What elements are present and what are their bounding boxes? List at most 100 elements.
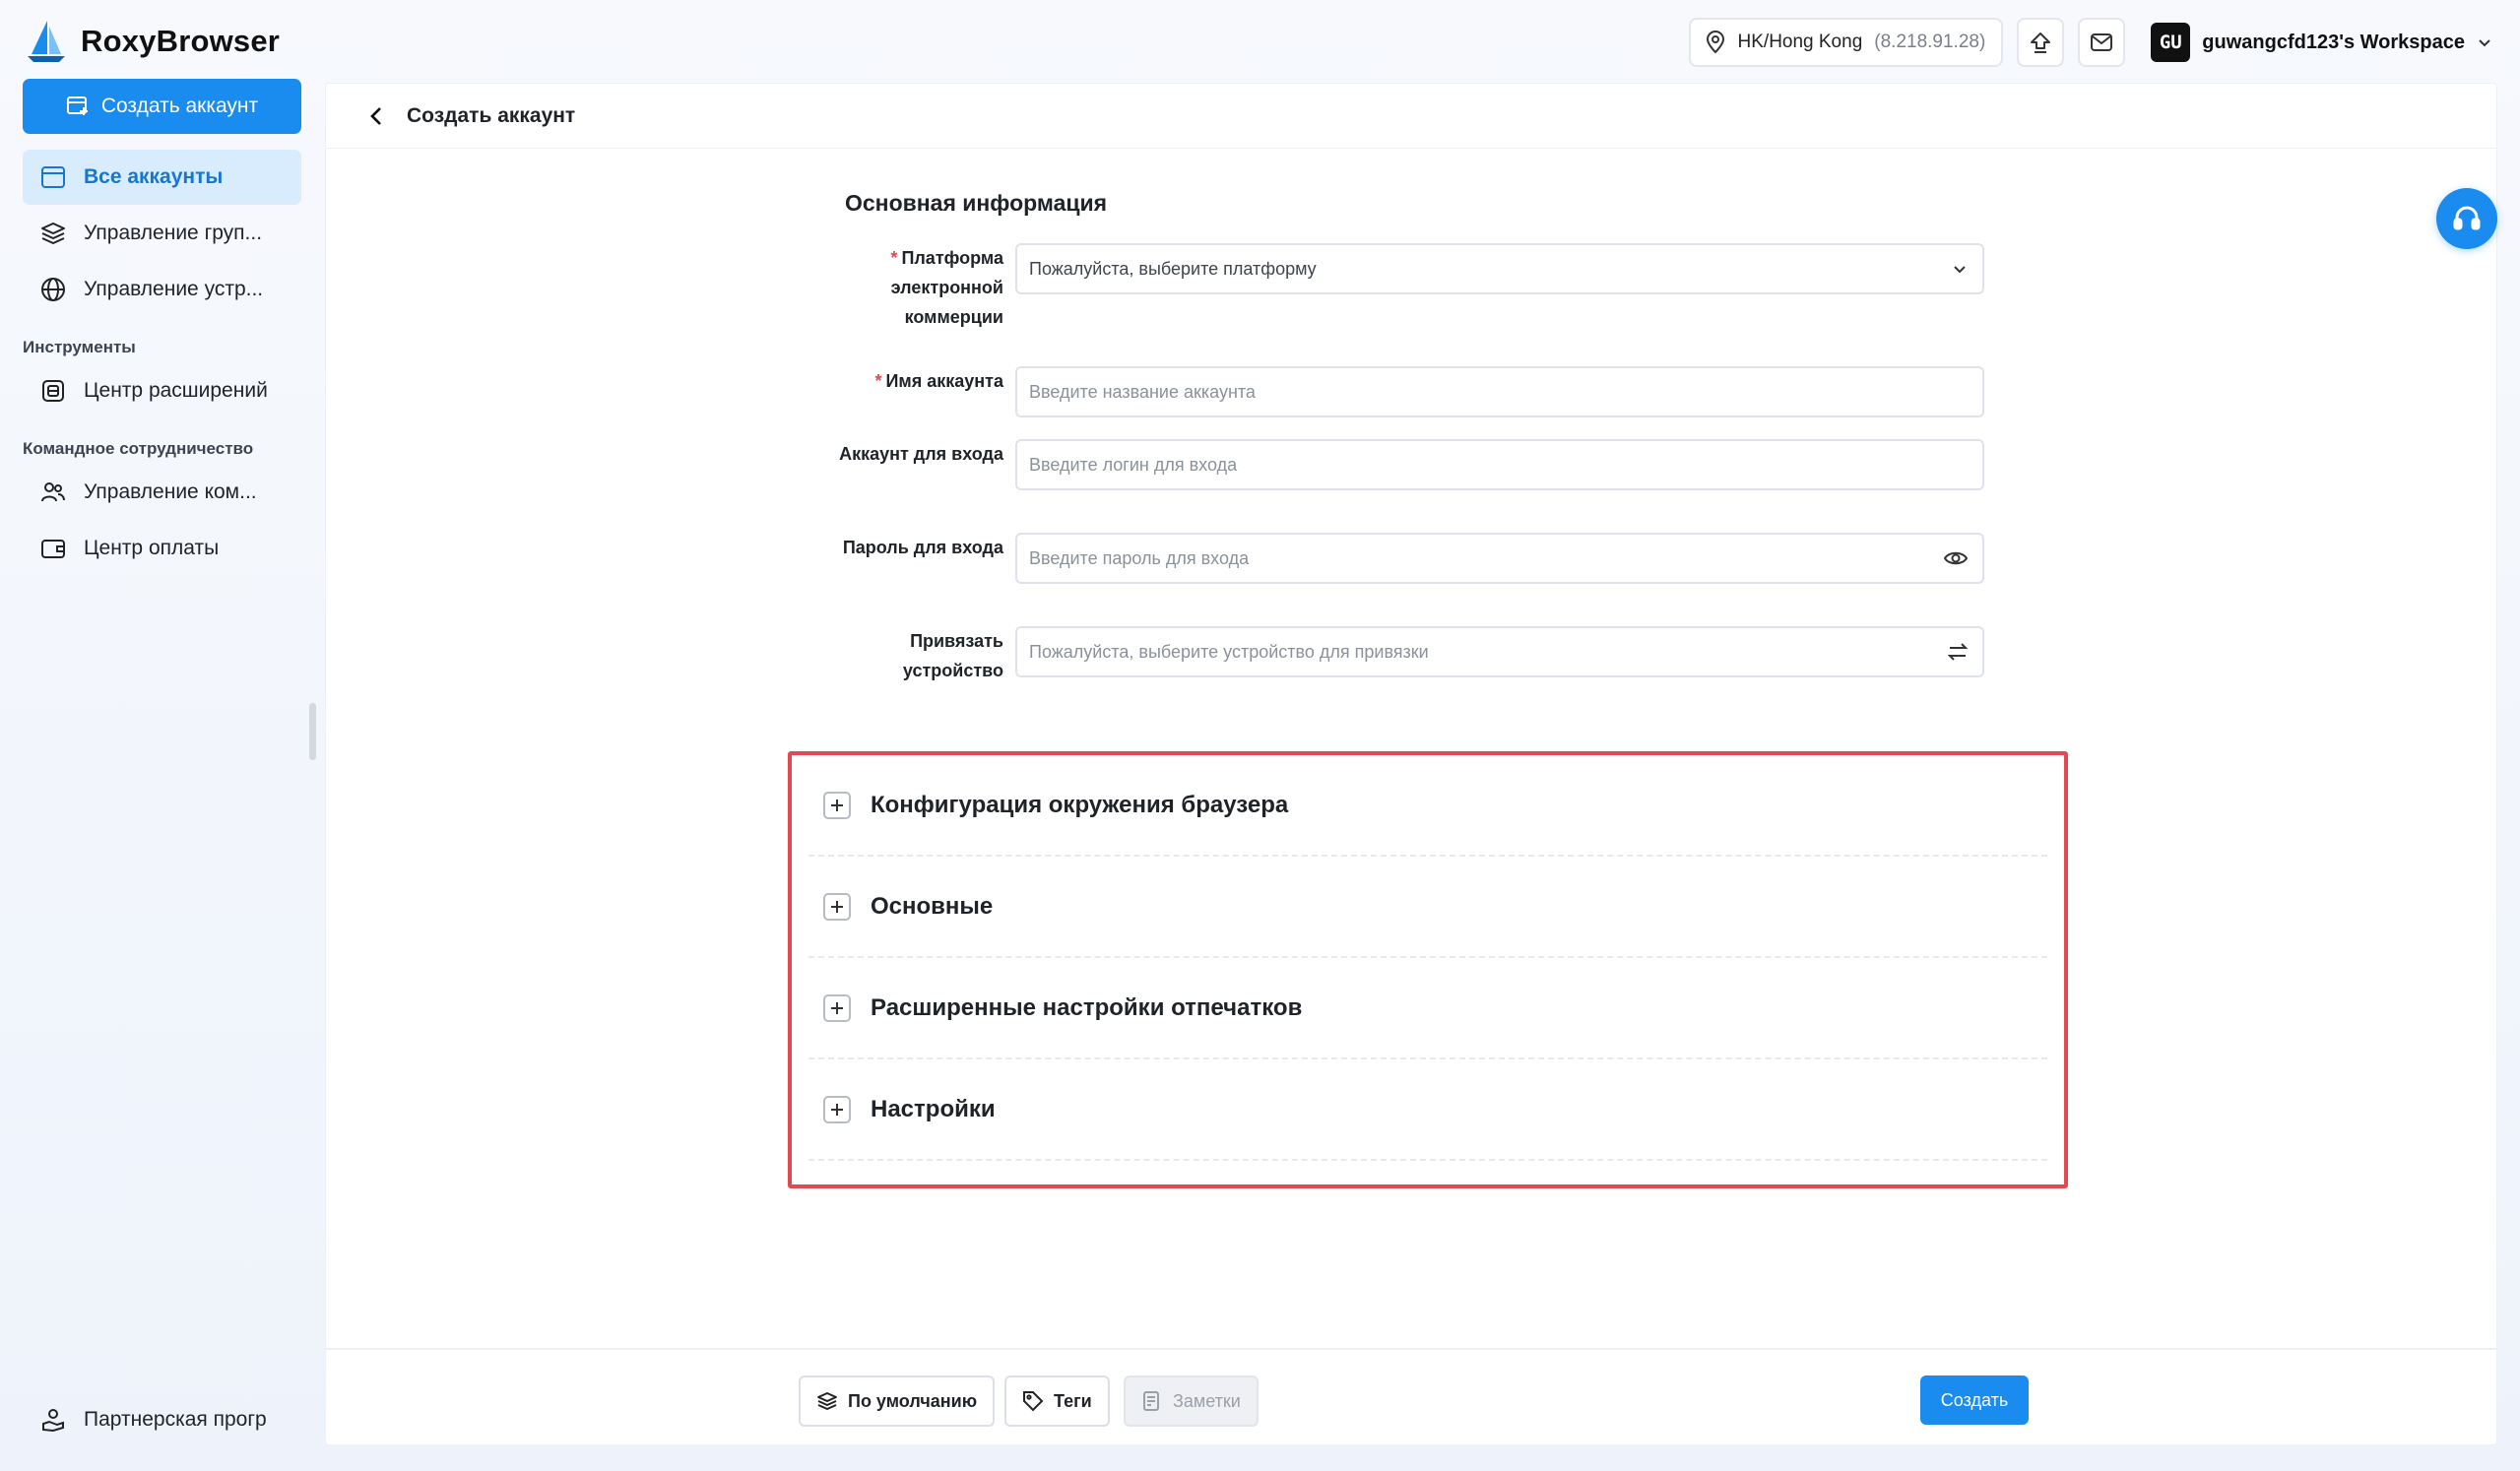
sidebar-item-label: Партнерская прогр xyxy=(84,1408,267,1431)
tags-button[interactable]: Теги xyxy=(1004,1375,1110,1427)
collapse-title: Настройки xyxy=(871,1095,996,1122)
section-tools: Инструменты xyxy=(23,338,136,356)
plus-icon xyxy=(823,892,851,921)
device-placeholder: Пожалуйста, выберите устройство для прив… xyxy=(1029,641,1429,662)
workspace-name: guwangcfd123's Workspace xyxy=(2202,31,2465,53)
mail-icon xyxy=(2090,32,2113,53)
plus-icon xyxy=(823,993,851,1022)
globe-icon xyxy=(40,277,66,302)
sidebar-item-all-accounts[interactable]: Все аккаунты xyxy=(23,150,301,205)
collapse-fingerprint[interactable]: Расширенные настройки отпечатков xyxy=(808,958,2047,1059)
account-name-label: * Имя аккаунта xyxy=(874,371,1003,391)
required-mark: * xyxy=(890,248,898,268)
plus-icon xyxy=(823,791,851,819)
sidebar-item-payments[interactable]: Центр оплаты xyxy=(23,521,301,576)
users-icon xyxy=(40,480,66,504)
tags-label: Теги xyxy=(1054,1390,1092,1411)
account-name-placeholder: Введите название аккаунта xyxy=(1029,381,1256,402)
browser-window-icon xyxy=(40,165,66,189)
sidebar-item-extensions[interactable]: Центр расширений xyxy=(23,363,301,418)
form-footer: По умолчанию Теги Заметки Создать xyxy=(326,1348,2498,1446)
upload-button[interactable] xyxy=(2017,18,2065,67)
layers-icon xyxy=(816,1391,838,1411)
sidebar-nav: Все аккаунты Управление груп... Управлен… xyxy=(23,150,301,577)
notes-label: Заметки xyxy=(1173,1390,1241,1411)
account-name-row: * Имя аккаунта Введите название аккаунта xyxy=(838,366,1984,417)
eye-icon[interactable] xyxy=(1943,549,1969,567)
platform-placeholder: Пожалуйста, выберите платформу xyxy=(1029,258,1317,279)
collapse-title: Основные xyxy=(871,892,994,920)
tag-icon xyxy=(1022,1390,1044,1412)
sidebar-item-label: Центр оплаты xyxy=(84,537,220,559)
password-input[interactable]: Введите пароль для входа xyxy=(1015,533,1984,584)
sidebar-item-label: Управление груп... xyxy=(84,222,263,244)
plus-icon xyxy=(823,1095,851,1123)
device-row: Привязать устройство Пожалуйста, выберит… xyxy=(838,626,1984,685)
login-row: Аккаунт для входа Введите логин для вход… xyxy=(838,439,1984,490)
sidebar-item-label: Центр расширений xyxy=(84,379,268,402)
notes-icon xyxy=(1141,1390,1163,1412)
support-button[interactable] xyxy=(2436,188,2497,249)
location-pin-icon xyxy=(1705,31,1726,54)
workspace-avatar: GU xyxy=(2151,23,2191,62)
workspace-switcher[interactable]: GU guwangcfd123's Workspace xyxy=(2151,23,2492,62)
partner-icon xyxy=(40,1407,66,1433)
sidebar-item-partner[interactable]: Партнерская прогр xyxy=(23,1392,301,1447)
brand: RoxyBrowser xyxy=(26,14,280,69)
wallet-icon xyxy=(40,537,66,560)
password-row: Пароль для входа Введите пароль для вход… xyxy=(838,533,1984,584)
create-account-button[interactable]: Создать аккаунт xyxy=(23,79,301,134)
create-submit-button[interactable]: Создать xyxy=(1920,1375,2029,1425)
password-label: Пароль для входа xyxy=(842,538,1003,557)
sidebar-item-groups[interactable]: Управление груп... xyxy=(23,206,301,261)
notes-button[interactable]: Заметки xyxy=(1124,1375,1259,1427)
sidebar-bottom: Партнерская прогр xyxy=(23,1392,301,1448)
create-account-label: Создать аккаунт xyxy=(100,95,259,117)
device-select[interactable]: Пожалуйста, выберите устройство для прив… xyxy=(1015,626,1984,677)
page-title: Создать аккаунт xyxy=(407,103,576,127)
sidebar-item-label: Управление ком... xyxy=(84,480,257,503)
platform-row: * Платформа электронной коммерции Пожалуй… xyxy=(838,243,1984,332)
section-team: Командное сотрудничество xyxy=(23,439,254,458)
messages-button[interactable] xyxy=(2078,18,2126,67)
extension-icon xyxy=(40,378,66,404)
layers-icon xyxy=(40,222,66,245)
collapse-title: Расширенные настройки отпечатков xyxy=(871,993,1303,1021)
ip-address: (8.218.91.28) xyxy=(1874,32,1986,52)
back-arrow-icon[interactable] xyxy=(367,105,385,127)
collapse-settings[interactable]: Настройки xyxy=(808,1059,2047,1161)
login-label: Аккаунт для входа xyxy=(839,444,1003,464)
sidebar-item-label: Управление устр... xyxy=(84,278,264,300)
device-label: Привязать устройство xyxy=(902,631,1003,680)
login-input[interactable]: Введите логин для входа xyxy=(1015,439,1984,490)
collapse-browser-env[interactable]: Конфигурация окружения браузера xyxy=(808,755,2047,857)
collapse-title: Конфигурация окружения браузера xyxy=(871,791,1289,818)
section-title: Основная информация xyxy=(845,190,1108,216)
add-window-icon xyxy=(66,96,90,117)
chevron-down-icon xyxy=(1951,260,1969,278)
page-header: Создать аккаунт xyxy=(326,84,2496,149)
main-panel: Создать аккаунт Основная информация * Пла… xyxy=(325,83,2498,1446)
default-label: По умолчанию xyxy=(848,1390,978,1411)
sidebar-item-team[interactable]: Управление ком... xyxy=(23,465,301,520)
swap-icon xyxy=(1947,642,1969,662)
sidebar-item-label: Все аккаунты xyxy=(84,165,224,188)
password-placeholder: Введите пароль для входа xyxy=(1029,547,1250,568)
platform-select[interactable]: Пожалуйста, выберите платформу xyxy=(1015,243,1984,294)
sidebar-item-devices[interactable]: Управление устр... xyxy=(23,262,301,317)
highlight-annotation: Конфигурация окружения браузера Основные… xyxy=(788,751,2068,1188)
default-button[interactable]: По умолчанию xyxy=(799,1375,996,1427)
platform-label: * Платформа электронной коммерции xyxy=(890,248,1003,327)
required-mark: * xyxy=(874,371,882,391)
roxybrowser-logo-icon xyxy=(26,19,67,64)
sidebar-scrollbar[interactable] xyxy=(309,703,316,760)
chevron-down-icon xyxy=(2477,34,2492,50)
login-placeholder: Введите логин для входа xyxy=(1029,454,1238,475)
location-text: HK/Hong Kong xyxy=(1737,32,1863,52)
location-chip[interactable]: HK/Hong Kong (8.218.91.28) xyxy=(1688,18,2004,67)
account-name-input[interactable]: Введите название аккаунта xyxy=(1015,366,1984,417)
app-name: RoxyBrowser xyxy=(81,24,281,58)
collapse-general[interactable]: Основные xyxy=(808,857,2047,958)
topbar-actions: HK/Hong Kong (8.218.91.28) GU guwangcfd1… xyxy=(1688,16,2492,69)
headset-icon xyxy=(2451,203,2483,234)
